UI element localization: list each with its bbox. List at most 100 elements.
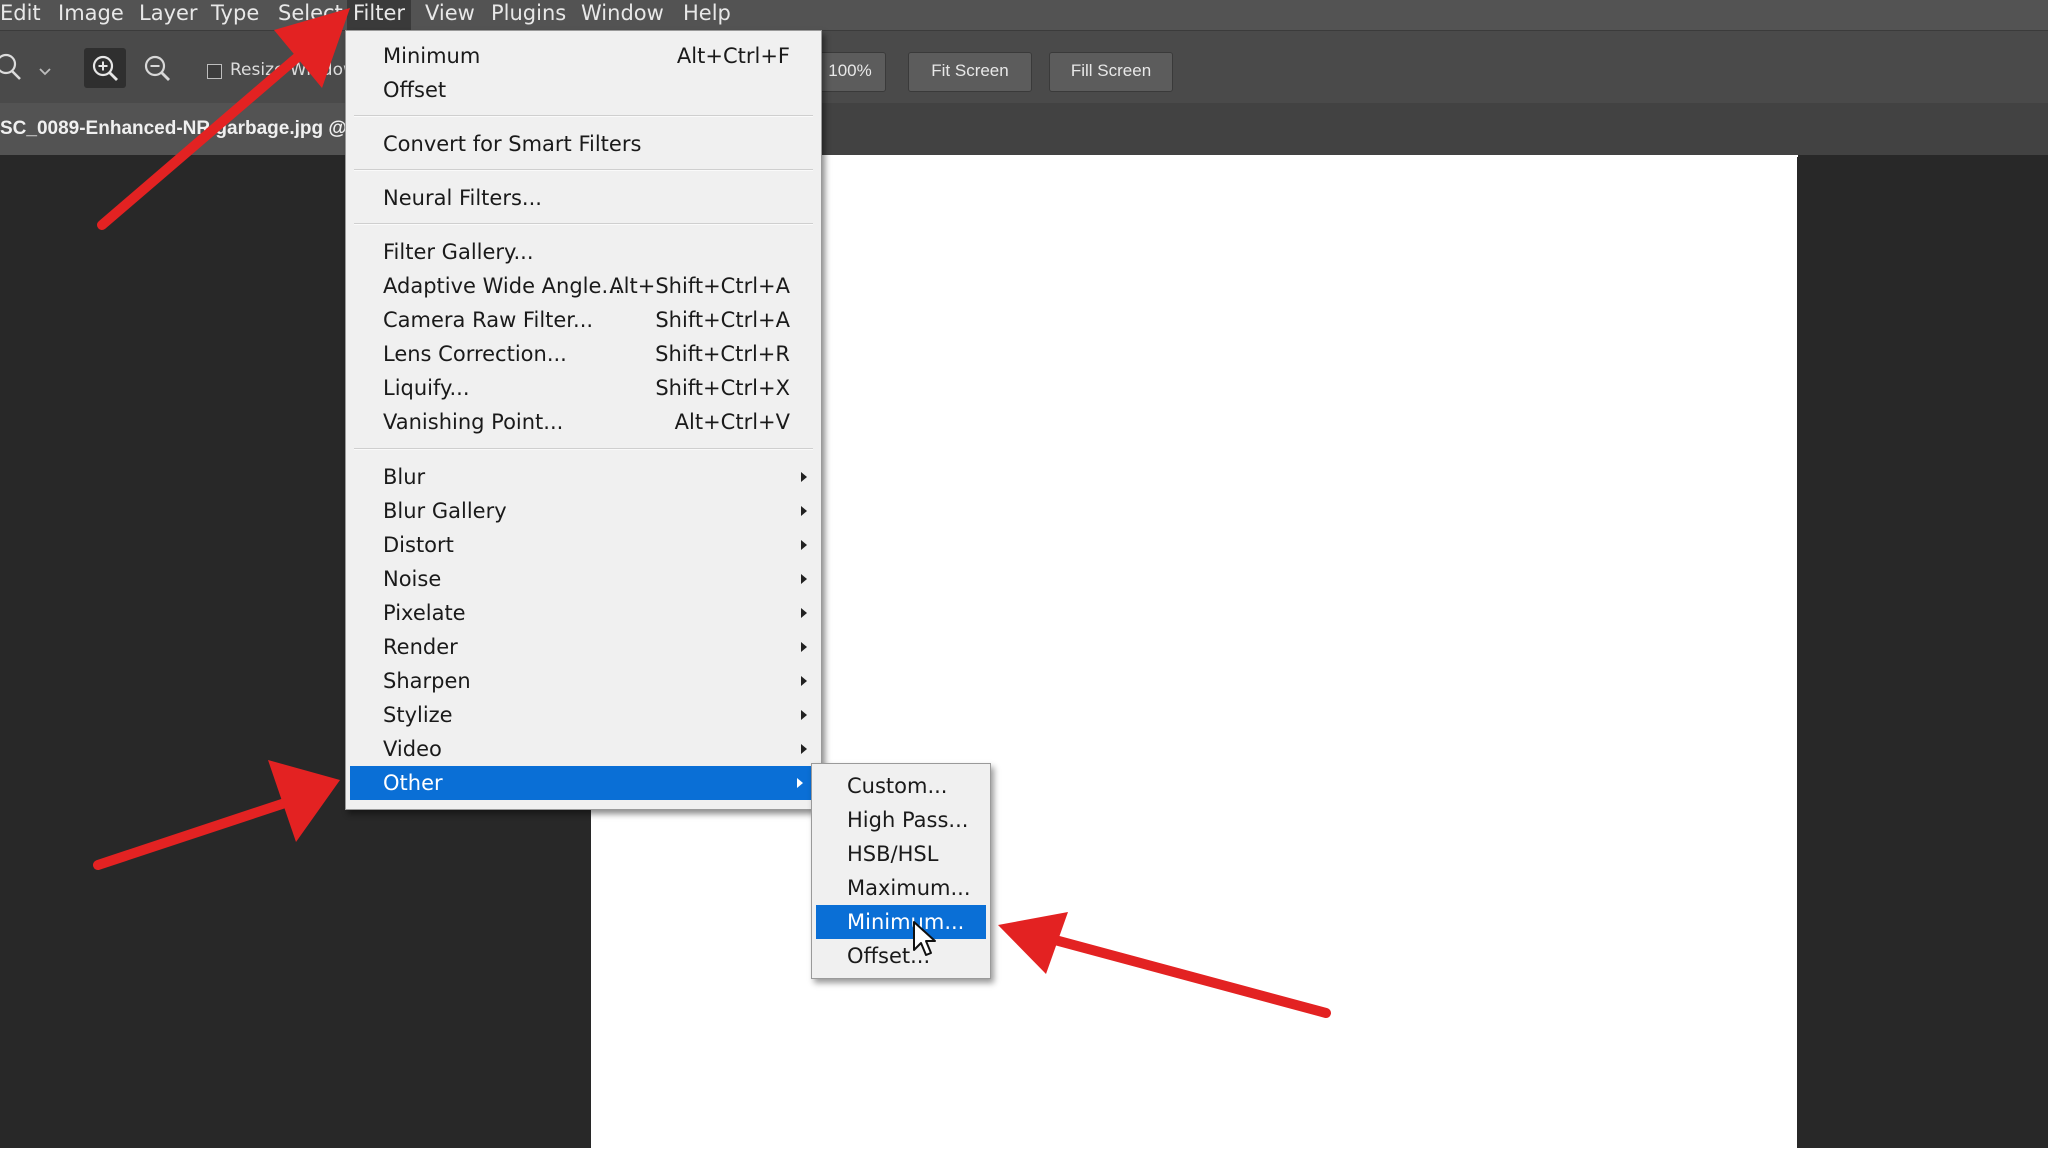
menu-item-shortcut: Shift+Ctrl+X [655, 376, 790, 400]
menu-separator [354, 169, 813, 171]
menu-bar: Edit Image Layer Type Select Filter View… [0, 0, 2048, 30]
filter-lens-correction[interactable]: Lens Correction... Shift+Ctrl+R [346, 337, 821, 371]
filter-submenu-stylize[interactable]: Stylize [346, 698, 821, 732]
other-offset[interactable]: Offset... [812, 939, 990, 973]
zoom-out-icon[interactable] [143, 54, 173, 84]
menu-view[interactable]: View [425, 0, 475, 30]
menu-type[interactable]: Type [211, 0, 259, 30]
submenu-arrow-icon [801, 506, 807, 516]
filter-convert-smart[interactable]: Convert for Smart Filters [346, 127, 821, 161]
submenu-arrow-icon [801, 574, 807, 584]
menu-item-label: Liquify... [383, 376, 470, 400]
menu-plugins[interactable]: Plugins [491, 0, 566, 30]
menu-filter[interactable]: Filter [347, 0, 412, 30]
submenu-arrow-icon [801, 608, 807, 618]
menu-image[interactable]: Image [58, 0, 124, 30]
other-custom[interactable]: Custom... [812, 769, 990, 803]
filter-gallery[interactable]: Filter Gallery... [346, 235, 821, 269]
menu-item-label: Maximum... [847, 876, 971, 900]
menu-separator [354, 448, 813, 450]
filter-submenu-video[interactable]: Video [346, 732, 821, 766]
menu-layer[interactable]: Layer [139, 0, 198, 30]
submenu-arrow-icon [801, 540, 807, 550]
filter-submenu-distort[interactable]: Distort [346, 528, 821, 562]
other-maximum[interactable]: Maximum... [812, 871, 990, 905]
submenu-arrow-icon [801, 744, 807, 754]
filter-submenu-blur-gallery[interactable]: Blur Gallery [346, 494, 821, 528]
canvas-workspace [0, 155, 2048, 1151]
filter-camera-raw[interactable]: Camera Raw Filter... Shift+Ctrl+A [346, 303, 821, 337]
menu-item-label: Camera Raw Filter... [383, 308, 594, 332]
menu-edit[interactable]: Edit [0, 0, 41, 30]
menu-item-label: Custom... [847, 774, 948, 798]
menu-separator [354, 223, 813, 225]
menu-select[interactable]: Select [278, 0, 343, 30]
filter-submenu-render[interactable]: Render [346, 630, 821, 664]
document-tab-title: SC_0089-Enhanced-NR garbage.jpg @ [0, 118, 347, 139]
filter-adaptive-wide-angle[interactable]: Adaptive Wide Angle... Alt+Shift+Ctrl+A [346, 269, 821, 303]
menu-item-shortcut: Shift+Ctrl+A [655, 308, 790, 332]
menu-item-label: Other [383, 771, 443, 795]
menu-item-label: HSB/HSL [847, 842, 939, 866]
submenu-arrow-icon [801, 642, 807, 652]
menu-item-label: Video [383, 737, 442, 761]
menu-window[interactable]: Window [581, 0, 664, 30]
other-hsb-hsl[interactable]: HSB/HSL [812, 837, 990, 871]
menu-item-label: Blur [383, 465, 426, 489]
menu-item-label: Vanishing Point... [383, 410, 564, 434]
filter-fade-offset[interactable]: Offset [346, 73, 821, 107]
menu-item-label: Adaptive Wide Angle... [383, 274, 622, 298]
resize-windows-checkbox[interactable] [207, 64, 222, 79]
document-tab[interactable]: SC_0089-Enhanced-NR garbage.jpg @ [0, 103, 350, 155]
menu-item-label: Distort [383, 533, 454, 557]
menu-item-label: Minimum... [847, 910, 965, 934]
menu-separator [354, 115, 813, 117]
menu-item-label: Sharpen [383, 669, 471, 693]
document-canvas-top [820, 155, 1798, 157]
menu-item-shortcut: Alt+Ctrl+V [674, 410, 790, 434]
mouse-cursor-icon [913, 921, 936, 956]
options-bar: Resize Windows 100% Fit Screen Fill Scre… [0, 30, 2048, 104]
chevron-down-icon[interactable] [38, 67, 52, 77]
menu-item-label: Neural Filters... [383, 186, 542, 210]
filter-liquify[interactable]: Liquify... Shift+Ctrl+X [346, 371, 821, 405]
other-minimum[interactable]: Minimum... [816, 905, 986, 939]
filter-last-minimum[interactable]: Minimum Alt+Ctrl+F [346, 39, 821, 73]
zoom-tool-icon[interactable] [0, 53, 26, 83]
filter-neural[interactable]: Neural Filters... [346, 181, 821, 215]
submenu-arrow-icon [801, 472, 807, 482]
submenu-arrow-icon [797, 778, 803, 788]
filter-submenu-pixelate[interactable]: Pixelate [346, 596, 821, 630]
menu-item-label: Blur Gallery [383, 499, 507, 523]
filter-menu: Minimum Alt+Ctrl+F Offset Convert for Sm… [345, 30, 822, 810]
menu-item-label: Pixelate [383, 601, 466, 625]
document-tab-bar: SC_0089-Enhanced-NR garbage.jpg @ [0, 103, 2048, 155]
fill-screen-button[interactable]: Fill Screen [1049, 52, 1173, 92]
other-high-pass[interactable]: High Pass... [812, 803, 990, 837]
menu-item-label: Lens Correction... [383, 342, 567, 366]
menu-item-label: Minimum [383, 44, 481, 68]
filter-submenu-noise[interactable]: Noise [346, 562, 821, 596]
menu-item-label: Convert for Smart Filters [383, 132, 642, 156]
submenu-arrow-icon [801, 676, 807, 686]
zoom-in-icon[interactable] [91, 54, 121, 84]
menu-item-shortcut: Alt+Shift+Ctrl+A [609, 274, 790, 298]
submenu-arrow-icon [801, 710, 807, 720]
filter-vanishing-point[interactable]: Vanishing Point... Alt+Ctrl+V [346, 405, 821, 439]
other-submenu: Custom... High Pass... HSB/HSL Maximum..… [811, 763, 991, 979]
menu-item-label: Offset [383, 78, 447, 102]
photoshop-window: Edit Image Layer Type Select Filter View… [0, 0, 2048, 1151]
filter-submenu-blur[interactable]: Blur [346, 460, 821, 494]
filter-submenu-sharpen[interactable]: Sharpen [346, 664, 821, 698]
menu-item-label: Render [383, 635, 458, 659]
menu-item-label: Filter Gallery... [383, 240, 534, 264]
menu-item-label: Noise [383, 567, 442, 591]
menu-item-label: Stylize [383, 703, 453, 727]
fit-screen-button[interactable]: Fit Screen [908, 52, 1032, 92]
filter-submenu-other[interactable]: Other [350, 766, 813, 800]
zoom-100-button[interactable]: 100% [814, 52, 886, 92]
menu-item-shortcut: Alt+Ctrl+F [676, 44, 790, 68]
menu-help[interactable]: Help [683, 0, 731, 30]
menu-item-shortcut: Shift+Ctrl+R [655, 342, 790, 366]
menu-item-label: High Pass... [847, 808, 969, 832]
